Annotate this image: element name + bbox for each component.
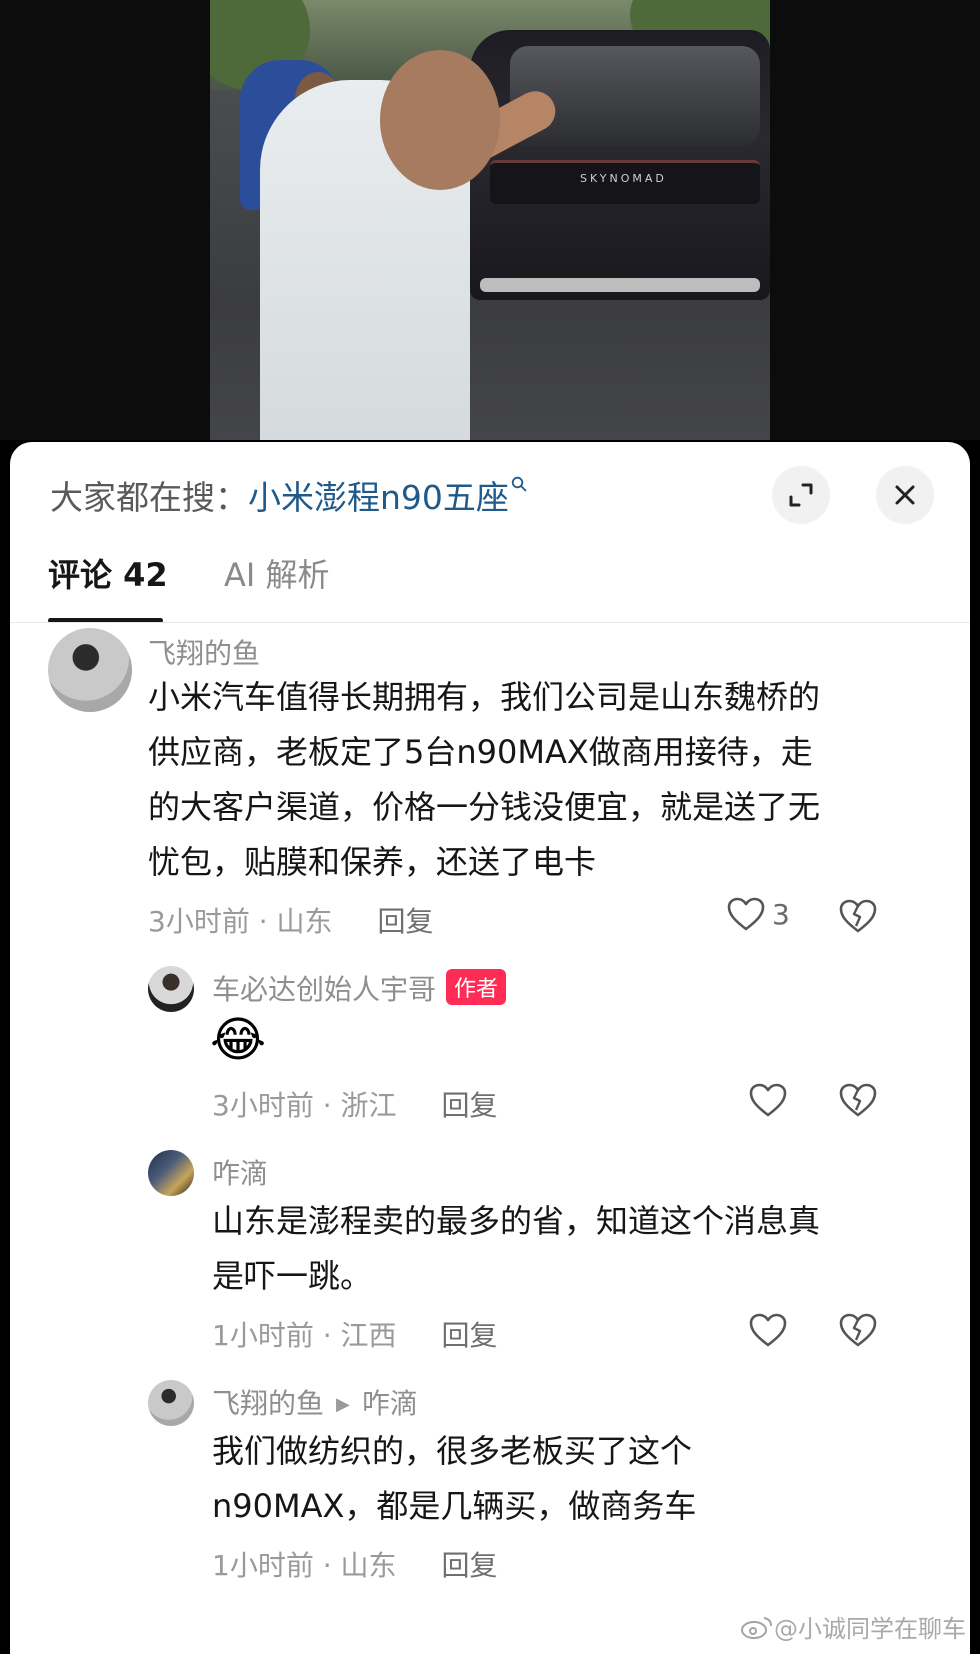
- expand-icon: [789, 483, 813, 507]
- dislike-button[interactable]: [838, 898, 878, 938]
- comment-text-line: 是吓一跳。: [212, 1257, 373, 1295]
- author-badge: 作者: [446, 969, 507, 1005]
- search-suggestion[interactable]: 大家都在搜： 小米澎程n90五座: [50, 470, 527, 520]
- watermark-text: @小诚同学在聊车: [774, 1615, 966, 1643]
- comment-time: 3小时前: [212, 1089, 314, 1122]
- expand-button[interactable]: [772, 466, 830, 524]
- car-bumper: [480, 278, 760, 292]
- reply-username[interactable]: 车必达创始人宇哥: [212, 973, 436, 1006]
- like-count: 3: [772, 897, 790, 931]
- dislike-button[interactable]: [838, 1082, 878, 1122]
- reply-username[interactable]: 飞翔的鱼: [212, 1387, 324, 1420]
- reply-button[interactable]: 回复: [441, 1549, 497, 1582]
- search-prefix: 大家都在搜：: [50, 478, 248, 517]
- comment-text-line: 供应商，老板定了5台n90MAX做商用接待，走: [148, 733, 813, 771]
- avatar[interactable]: [148, 966, 194, 1012]
- comment-time: 1小时前: [212, 1549, 314, 1582]
- comment-location: 山东: [276, 905, 333, 938]
- comment-username: 飞翔的鱼 ▶ 咋滴: [212, 1382, 418, 1422]
- tab-ai-analysis[interactable]: AI 解析: [224, 550, 330, 596]
- broken-heart-icon: [839, 1083, 877, 1117]
- comment-location: 江西: [340, 1319, 397, 1352]
- meta-separator: ·: [322, 1089, 341, 1122]
- comment-text-line: 山东是澎程卖的最多的省，知道这个消息真: [212, 1202, 821, 1240]
- dislike-button[interactable]: [838, 1312, 878, 1352]
- reply-to-username[interactable]: 咋滴: [362, 1387, 418, 1420]
- comment-meta: 1小时前 · 山东 回复: [212, 1544, 497, 1584]
- meta-separator: ·: [322, 1319, 341, 1352]
- comment-location: 浙江: [340, 1089, 397, 1122]
- watermark: @小诚同学在聊车: [740, 1609, 966, 1644]
- reply-username[interactable]: 咋滴: [212, 1152, 268, 1192]
- tab-comments[interactable]: 评论 42: [48, 550, 168, 596]
- video-frame: SKYNOMAD: [210, 0, 770, 440]
- heart-icon: [749, 1313, 787, 1347]
- search-icon: [511, 473, 527, 498]
- comment-meta: 3小时前 · 浙江 回复: [212, 1084, 497, 1124]
- person-head: [380, 50, 500, 190]
- avatar[interactable]: [148, 1150, 194, 1196]
- close-icon: [895, 485, 915, 505]
- comment-text-line: 小米汽车值得长期拥有，我们公司是山东魏桥的: [148, 678, 821, 716]
- comment-username[interactable]: 飞翔的鱼: [148, 632, 260, 672]
- reply-button[interactable]: 回复: [441, 1319, 497, 1352]
- tab-bar: 评论 42 AI 解析: [48, 550, 948, 610]
- avatar[interactable]: [48, 628, 132, 712]
- comment-text-line: 忧包，贴膜和保养，还送了电卡: [148, 843, 597, 881]
- comment-text: 山东是澎程卖的最多的省，知道这个消息真 是吓一跳。: [212, 1194, 820, 1304]
- comment-time: 1小时前: [212, 1319, 314, 1352]
- like-button[interactable]: 3: [726, 896, 790, 932]
- reply-button[interactable]: 回复: [441, 1089, 497, 1122]
- comment-sheet: 大家都在搜： 小米澎程n90五座 评论 42 AI 解析 飞翔的鱼 小米汽车值得…: [10, 442, 970, 1654]
- heart-icon: [749, 1083, 787, 1117]
- like-button[interactable]: [748, 1312, 788, 1348]
- comment-text-line: 的大客户渠道，价格一分钱没便宜，就是送了无: [148, 788, 821, 826]
- comment-text-line: n90MAX，都是几辆买，做商务车: [212, 1487, 697, 1525]
- comment-location: 山东: [340, 1549, 397, 1582]
- comment-meta: 1小时前 · 江西 回复: [212, 1314, 497, 1354]
- like-button[interactable]: [748, 1082, 788, 1118]
- weibo-icon: [741, 1616, 772, 1639]
- heart-icon: [727, 897, 765, 931]
- reply-arrow-icon: ▶: [336, 1394, 350, 1415]
- tabs-divider: [10, 622, 970, 623]
- close-button[interactable]: [876, 466, 934, 524]
- comment-time: 3小时前: [148, 905, 250, 938]
- search-term-link[interactable]: 小米澎程n90五座: [248, 471, 509, 519]
- video-car: SKYNOMAD: [470, 30, 770, 300]
- broken-heart-icon: [839, 1313, 877, 1347]
- avatar[interactable]: [148, 1380, 194, 1426]
- comment-meta: 3小时前 · 山东 回复: [148, 900, 433, 940]
- comment-text: 我们做纺织的，很多老板买了这个 n90MAX，都是几辆买，做商务车: [212, 1424, 696, 1534]
- video-player[interactable]: SKYNOMAD: [0, 0, 980, 440]
- laughing-crying-emoji-icon: 😂: [210, 1012, 267, 1068]
- comment-username: 车必达创始人宇哥 作者: [212, 968, 507, 1008]
- comment-text-line: 我们做纺织的，很多老板买了这个: [212, 1432, 693, 1470]
- meta-separator: ·: [258, 905, 277, 938]
- car-brand: SKYNOMAD: [580, 172, 667, 185]
- broken-heart-icon: [839, 899, 877, 933]
- meta-separator: ·: [322, 1549, 341, 1582]
- reply-button[interactable]: 回复: [377, 905, 433, 938]
- comment-text: 小米汽车值得长期拥有，我们公司是山东魏桥的 供应商，老板定了5台n90MAX做商…: [148, 670, 820, 890]
- video-person-white: [260, 50, 500, 440]
